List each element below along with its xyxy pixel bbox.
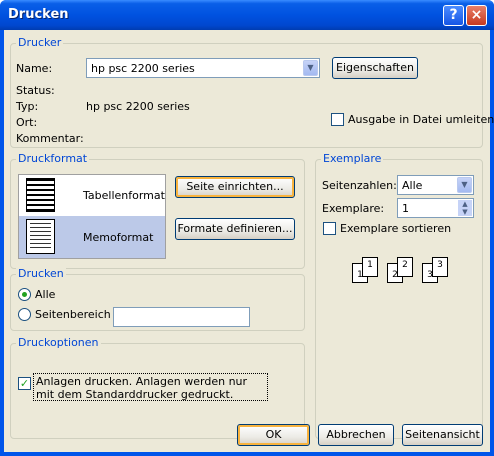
typ-value: hp psc 2200 series [86,100,190,113]
radio-dot-icon [22,292,27,297]
group-drucker: Drucker Name: hp psc 2200 series ▼ Eigen… [10,37,494,148]
spin-down-icon[interactable]: ▼ [458,208,472,216]
page-setup-button-label: Seite einrichten... [186,180,284,193]
properties-button[interactable]: Eigenschaften [332,57,418,79]
memo-style-icon [26,219,55,254]
print-style-item-table[interactable]: Tabellenformat [19,175,165,215]
attachments-checkbox[interactable]: ✓ [18,377,31,390]
page-setup-button[interactable]: Seite einrichten... [175,176,295,198]
copies-value: 1 [402,202,409,215]
group-exemplare-label: Exemplare [321,152,384,165]
cancel-button-label: Abbrechen [326,428,386,441]
status-label: Status: [16,84,55,97]
print-style-item-memo[interactable]: Memoformat [19,216,165,258]
print-style-list[interactable]: Tabellenformat Memoformat [18,174,166,259]
spin-up-icon[interactable]: ▲ [458,200,472,208]
print-to-file-label[interactable]: Ausgabe in Datei umleiten [348,113,494,126]
print-style-memo-label: Memoformat [83,231,154,244]
print-all-radio[interactable] [18,288,31,301]
cancel-button[interactable]: Abbrechen [318,424,394,446]
dialog-client: Drucker Name: hp psc 2200 series ▼ Eigen… [4,30,494,452]
copies-label[interactable]: Exemplare: [322,202,384,215]
printer-name-label: Name: [16,62,53,75]
page-numbers-label[interactable]: Seitenzahlen: [322,179,397,192]
printer-name-value: hp psc 2200 series [91,62,195,75]
ort-label: Ort: [16,116,38,129]
chevron-down-icon[interactable]: ▼ [457,177,472,193]
collate-checkbox[interactable] [323,222,336,235]
memo-lines [30,223,51,249]
ok-button[interactable]: OK [237,424,310,446]
collate-illustration: 1 1 2 2 3 3 [352,257,452,287]
print-all-label[interactable]: Alle [35,288,55,301]
printer-name-select[interactable]: hp psc 2200 series ▼ [86,58,320,78]
page-range-radio[interactable] [18,308,31,321]
page-numbers-value: Alle [402,179,423,192]
properties-button-label: Eigenschaften [336,61,414,74]
table-style-icon [26,178,55,212]
page-range-input[interactable] [113,307,250,327]
print-style-table-label: Tabellenformat [83,189,165,202]
collate-label[interactable]: Exemplare sortieren [340,222,451,235]
titlebar[interactable]: Drucken ? × [0,0,494,30]
group-druckoptionen-label: Druckoptionen [16,336,101,349]
print-preview-button-label: Seitenansicht [405,428,480,441]
dialog-window: Drucken ? × Drucker Name: hp psc 2200 se… [0,0,494,456]
group-drucker-label: Drucker [16,36,64,49]
ok-button-label: OK [265,428,282,441]
help-button[interactable]: ? [443,5,464,26]
attachments-label[interactable]: Anlagen drucken. Anlagen werden nur mit … [33,373,268,401]
copies-spinner[interactable]: 1 ▲ ▼ [397,198,474,218]
define-styles-button[interactable]: Formate definieren... [175,218,295,240]
collate-page: 3 [432,257,448,277]
chevron-down-icon[interactable]: ▼ [303,60,318,76]
print-preview-button[interactable]: Seitenansicht [402,424,483,446]
group-exemplare: Exemplare Seitenzahlen: Alle ▼ Exemplare… [315,153,483,439]
group-druckformat: Druckformat Tabellenformat Memoformat Se… [10,153,305,269]
print-to-file-checkbox[interactable] [331,113,344,126]
page-range-label[interactable]: Seitenbereich [35,308,111,321]
dialog-title: Drucken [8,7,69,22]
group-druckformat-label: Druckformat [16,152,90,165]
collate-page: 1 [362,257,378,277]
group-drucken-label: Drucken [16,267,66,280]
typ-label: Typ: [16,100,39,113]
close-button[interactable]: × [466,5,487,26]
define-styles-button-label: Formate definieren... [177,222,293,235]
group-drucken: Drucken Alle Seitenbereich [10,268,305,331]
collate-page: 2 [397,257,413,277]
page-numbers-select[interactable]: Alle ▼ [397,175,474,195]
kommentar-label: Kommentar: [16,132,84,145]
